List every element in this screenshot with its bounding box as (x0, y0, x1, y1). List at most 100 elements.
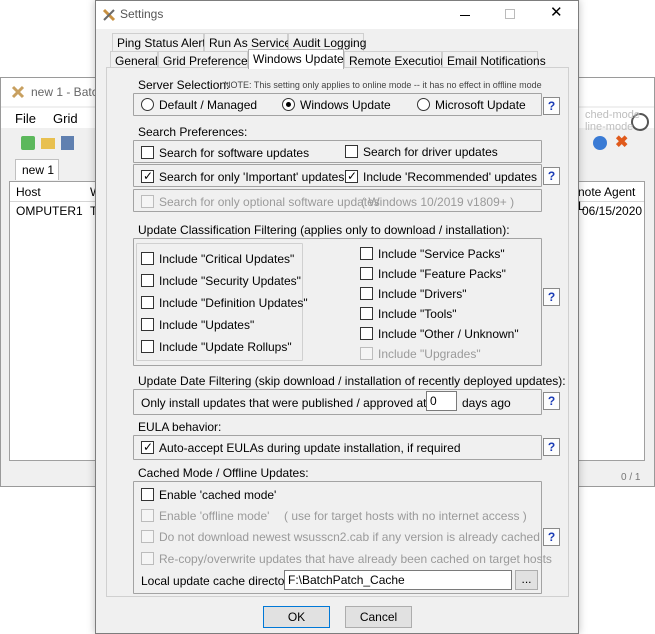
checkmark-icon: ✓ (143, 169, 154, 183)
help-button-date[interactable]: ? (543, 392, 560, 410)
grid-cell-host: OMPUTER1 (16, 204, 83, 218)
tab-label: General (115, 54, 158, 68)
checkbox-update-rollups[interactable] (141, 340, 154, 353)
grid-cell-date: 06/15/2020 (582, 204, 643, 218)
checkbox-enable-offline[interactable] (141, 509, 154, 522)
checkbox-updates[interactable] (141, 318, 154, 331)
offline-note: ( use for target hosts with no internet … (284, 509, 527, 523)
status-count: 0 / 1 (621, 472, 641, 483)
checkbox-enable-offline-label[interactable]: Enable 'offline mode' (159, 509, 269, 523)
checkbox-no-download-wsusscn2[interactable] (141, 530, 154, 543)
close-icon[interactable]: ✕ (550, 5, 563, 21)
help-button-cached[interactable]: ? (543, 528, 560, 546)
date-filter-text: Only install updates that were published… (141, 396, 456, 410)
checkbox-optional-only[interactable] (141, 195, 154, 208)
checkbox-auto-accept-eula-label[interactable]: Auto-accept EULAs during update installa… (159, 441, 461, 455)
stop-icon[interactable]: ✖ (615, 135, 628, 151)
checkbox-upgrades[interactable] (360, 347, 373, 360)
radio-microsoft-update[interactable] (417, 98, 430, 111)
checkbox-important-only-label[interactable]: Search for only 'Important' updates (159, 170, 344, 184)
background-title: new 1 - Batch (31, 85, 105, 99)
settings-logo-icon (102, 8, 116, 22)
add-row-icon[interactable] (21, 136, 35, 150)
checkbox-tools[interactable] (360, 307, 373, 320)
tab-ping-status-alerts[interactable]: Ping Status Alerts (112, 33, 212, 51)
checkbox-update-rollups-label[interactable]: Include "Update Rollups" (159, 340, 292, 354)
radio-microsoft-update-label[interactable]: Microsoft Update (435, 98, 526, 112)
checkbox-software-updates-label[interactable]: Search for software updates (159, 146, 309, 160)
checkbox-drivers-label[interactable]: Include "Drivers" (378, 287, 467, 301)
checkbox-feature-packs-label[interactable]: Include "Feature Packs" (378, 267, 506, 281)
menu-grid[interactable]: Grid (53, 111, 78, 126)
checkbox-security-updates-label[interactable]: Include "Security Updates" (159, 274, 301, 288)
classification-label: Update Classification Filtering (applies… (138, 223, 510, 237)
checkbox-critical-updates[interactable] (141, 252, 154, 265)
checkbox-recopy-updates[interactable] (141, 552, 154, 565)
checkbox-drivers[interactable] (360, 287, 373, 300)
checkbox-include-recommended-label[interactable]: Include 'Recommended' updates (363, 170, 537, 184)
checkbox-recopy-updates-label[interactable]: Re-copy/overwrite updates that have alre… (159, 552, 552, 566)
checkbox-optional-only-label[interactable]: Search for only optional software update… (159, 195, 380, 209)
checkbox-security-updates[interactable] (141, 274, 154, 287)
grid-tab[interactable]: new 1 (15, 159, 59, 180)
faded-label-2: line-mode (585, 121, 634, 133)
checkbox-important-only[interactable]: ✓ (141, 169, 154, 183)
checkmark-icon: ✓ (143, 440, 154, 454)
checkbox-definition-updates-label[interactable]: Include "Definition Updates" (159, 296, 308, 310)
eula-label: EULA behavior: (138, 420, 222, 434)
checkbox-service-packs-label[interactable]: Include "Service Packs" (378, 247, 505, 261)
checkbox-upgrades-label[interactable]: Include "Upgrades" (378, 347, 481, 361)
checkbox-critical-updates-label[interactable]: Include "Critical Updates" (159, 252, 294, 266)
ok-button[interactable]: OK (263, 606, 330, 628)
grid-header-host[interactable]: Host (16, 185, 41, 199)
help-button-eula[interactable]: ? (543, 438, 560, 456)
tab-label: Email Notifications (447, 54, 546, 68)
checkbox-auto-accept-eula[interactable]: ✓ (141, 440, 154, 454)
settings-dialog: Settings ✕ Ping Status Alerts Run As Ser… (95, 0, 579, 634)
tab-label: Ping Status Alerts (117, 36, 212, 50)
checkbox-other-unknown[interactable] (360, 327, 373, 340)
checkbox-no-download-wsusscn2-label[interactable]: Do not download newest wsusscn2.cab if a… (159, 530, 540, 544)
cache-directory-input[interactable] (284, 570, 512, 590)
help-button-server[interactable]: ? (543, 97, 560, 115)
checkbox-other-unknown-label[interactable]: Include "Other / Unknown" (378, 327, 519, 341)
checkbox-driver-updates[interactable] (345, 145, 358, 158)
checkbox-driver-updates-label[interactable]: Search for driver updates (363, 145, 498, 159)
checkbox-include-recommended[interactable]: ✓ (345, 169, 358, 183)
radio-windows-update-label[interactable]: Windows Update (300, 98, 391, 112)
radio-default-managed-label[interactable]: Default / Managed (159, 98, 257, 112)
radio-selected-dot (286, 102, 291, 107)
tab-label: Run As Service (209, 36, 292, 50)
checkbox-definition-updates[interactable] (141, 296, 154, 309)
checkbox-enable-cached[interactable] (141, 488, 154, 501)
cache-directory-label: Local update cache directory: (141, 574, 298, 588)
maximize-icon[interactable] (505, 9, 515, 19)
menu-file[interactable]: File (15, 111, 36, 126)
checkbox-service-packs[interactable] (360, 247, 373, 260)
help-button-search[interactable]: ? (543, 167, 560, 185)
app-logo-icon (11, 85, 25, 99)
globe-icon[interactable] (593, 136, 607, 150)
checkbox-feature-packs[interactable] (360, 267, 373, 280)
help-button-classification[interactable]: ? (543, 288, 560, 306)
checkbox-updates-label[interactable]: Include "Updates" (159, 318, 254, 332)
save-icon[interactable] (61, 136, 74, 150)
open-folder-icon[interactable] (41, 138, 55, 149)
date-filter-label: Update Date Filtering (skip download / i… (138, 374, 566, 388)
radio-default-managed[interactable] (141, 98, 154, 111)
checkbox-software-updates[interactable] (141, 146, 154, 159)
search-prefs-label: Search Preferences: (138, 125, 248, 139)
cancel-button[interactable]: Cancel (345, 606, 412, 628)
server-selection-label: Server Selection: (138, 78, 230, 92)
tab-windows-update[interactable]: Windows Update (248, 49, 344, 69)
cached-label: Cached Mode / Offline Updates: (138, 466, 309, 480)
checkbox-tools-label[interactable]: Include "Tools" (378, 307, 457, 321)
radio-windows-update[interactable] (282, 98, 295, 111)
days-ago-label: days ago (462, 396, 511, 410)
checkbox-enable-cached-label[interactable]: Enable 'cached mode' (159, 488, 276, 502)
grid-tab-label: new 1 (22, 163, 55, 177)
browse-button[interactable]: ... (515, 570, 538, 590)
minimize-icon[interactable] (460, 15, 470, 16)
tab-label: Windows Update (253, 52, 344, 66)
days-ago-input[interactable] (426, 391, 457, 411)
